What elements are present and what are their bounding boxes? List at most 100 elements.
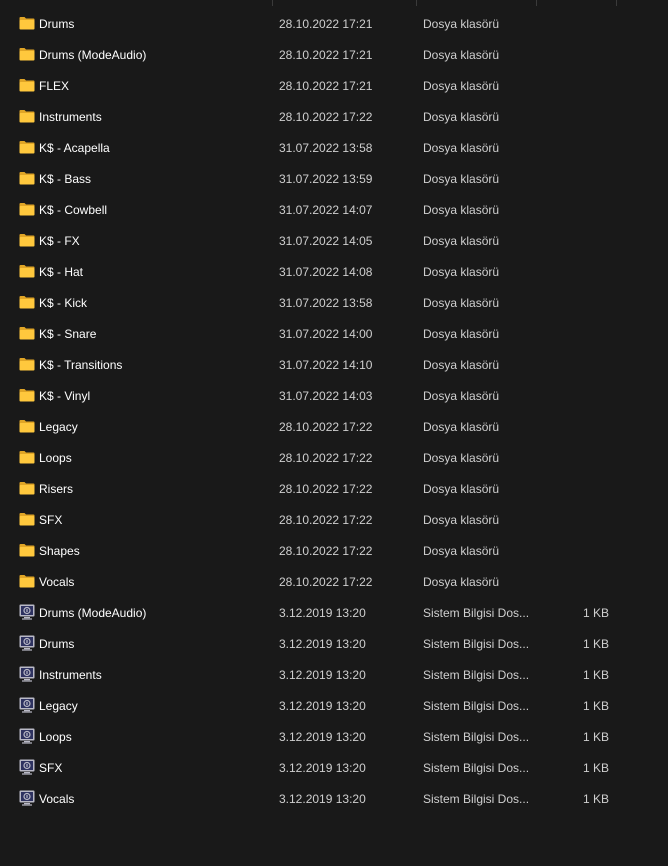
file-row[interactable]: Instruments 3.12.2019 13:20 Sistem Bilgi… [0,660,668,691]
file-type: Sistem Bilgisi Dos... [423,761,530,775]
folder-icon [19,481,35,495]
file-row[interactable]: K$ - Transitions 31.07.2022 14:10 Dosya … [0,350,668,381]
file-name: Drums [39,17,75,31]
file-type: Dosya klasörü [423,48,500,62]
file-date-modified: 31.07.2022 14:07 [279,203,373,217]
file-row[interactable]: Shapes 28.10.2022 17:22 Dosya klasörü [0,536,668,567]
file-type: Dosya klasörü [423,17,500,31]
file-list: Drums 28.10.2022 17:21 Dosya klasörü Dru… [0,0,668,866]
file-row[interactable]: Vocals 28.10.2022 17:22 Dosya klasörü [0,567,668,598]
file-date-modified: 31.07.2022 14:03 [279,389,373,403]
file-row[interactable]: FLEX 28.10.2022 17:21 Dosya klasörü [0,71,668,102]
column-divider[interactable] [616,0,617,6]
folder-icon [19,388,35,402]
folder-icon [19,16,35,30]
file-name: Instruments [39,110,102,124]
file-row[interactable]: K$ - Acapella 31.07.2022 13:58 Dosya kla… [0,133,668,164]
folder-icon [19,419,35,433]
file-name: K$ - Cowbell [39,203,108,217]
file-name: Legacy [39,699,78,713]
file-name: SFX [39,513,63,527]
file-row[interactable]: K$ - Kick 31.07.2022 13:58 Dosya klasörü [0,288,668,319]
file-name: Vocals [39,792,75,806]
file-name: Loops [39,730,72,744]
file-size: 1 KB [582,730,609,744]
file-type: Dosya klasörü [423,389,500,403]
file-row[interactable]: K$ - Vinyl 31.07.2022 14:03 Dosya klasör… [0,381,668,412]
file-row[interactable]: K$ - Hat 31.07.2022 14:08 Dosya klasörü [0,257,668,288]
folder-icon [19,78,35,92]
folder-icon [19,326,35,340]
file-type: Dosya klasörü [423,513,500,527]
file-date-modified: 28.10.2022 17:22 [279,482,373,496]
file-name: Drums (ModeAudio) [39,606,147,620]
file-row[interactable]: Drums (ModeAudio) 3.12.2019 13:20 Sistem… [0,598,668,629]
file-date-modified: 31.07.2022 14:10 [279,358,373,372]
file-name: Drums [39,637,75,651]
file-size: 1 KB [582,637,609,651]
file-type: Dosya klasörü [423,420,500,434]
file-type: Sistem Bilgisi Dos... [423,637,530,651]
file-type: Dosya klasörü [423,327,500,341]
file-name: Shapes [39,544,80,558]
file-type: Dosya klasörü [423,451,500,465]
file-row[interactable]: Vocals 3.12.2019 13:20 Sistem Bilgisi Do… [0,784,668,815]
file-row[interactable]: K$ - Snare 31.07.2022 14:00 Dosya klasör… [0,319,668,350]
folder-icon [19,202,35,216]
file-row[interactable]: Drums 3.12.2019 13:20 Sistem Bilgisi Dos… [0,629,668,660]
file-date-modified: 28.10.2022 17:21 [279,48,373,62]
file-row[interactable]: Loops 3.12.2019 13:20 Sistem Bilgisi Dos… [0,722,668,753]
file-row[interactable]: Risers 28.10.2022 17:22 Dosya klasörü [0,474,668,505]
file-name: K$ - Snare [39,327,97,341]
file-date-modified: 28.10.2022 17:21 [279,17,373,31]
folder-icon [19,264,35,278]
file-row[interactable]: SFX 3.12.2019 13:20 Sistem Bilgisi Dos..… [0,753,668,784]
column-divider[interactable] [536,0,537,6]
file-date-modified: 28.10.2022 17:22 [279,451,373,465]
file-size: 1 KB [582,792,609,806]
file-date-modified: 3.12.2019 13:20 [279,699,366,713]
file-name: Loops [39,451,72,465]
file-date-modified: 28.10.2022 17:22 [279,544,373,558]
file-row[interactable]: Instruments 28.10.2022 17:22 Dosya klasö… [0,102,668,133]
column-divider[interactable] [416,0,417,6]
folder-icon [19,512,35,526]
file-size: 1 KB [582,699,609,713]
folder-icon [19,233,35,247]
file-name: SFX [39,761,63,775]
file-row[interactable]: SFX 28.10.2022 17:22 Dosya klasörü [0,505,668,536]
file-name: K$ - Vinyl [39,389,91,403]
file-row[interactable]: Legacy 3.12.2019 13:20 Sistem Bilgisi Do… [0,691,668,722]
file-date-modified: 28.10.2022 17:22 [279,420,373,434]
file-row[interactable]: K$ - FX 31.07.2022 14:05 Dosya klasörü [0,226,668,257]
file-row[interactable]: K$ - Cowbell 31.07.2022 14:07 Dosya klas… [0,195,668,226]
file-date-modified: 31.07.2022 13:59 [279,172,373,186]
file-name: K$ - Kick [39,296,88,310]
file-date-modified: 28.10.2022 17:22 [279,575,373,589]
file-type: Sistem Bilgisi Dos... [423,699,530,713]
folder-icon [19,109,35,123]
file-name: Drums (ModeAudio) [39,48,147,62]
file-date-modified: 31.07.2022 13:58 [279,296,373,310]
file-type: Sistem Bilgisi Dos... [423,730,530,744]
file-row[interactable]: Drums (ModeAudio) 28.10.2022 17:21 Dosya… [0,40,668,71]
file-row[interactable]: Drums 28.10.2022 17:21 Dosya klasörü [0,9,668,40]
file-row[interactable]: K$ - Bass 31.07.2022 13:59 Dosya klasörü [0,164,668,195]
folder-icon [19,171,35,185]
folder-icon [19,543,35,557]
file-date-modified: 3.12.2019 13:20 [279,668,366,682]
file-name: Vocals [39,575,75,589]
file-date-modified: 28.10.2022 17:21 [279,79,373,93]
file-type: Dosya klasörü [423,79,500,93]
file-type: Dosya klasörü [423,575,500,589]
file-date-modified: 28.10.2022 17:22 [279,513,373,527]
file-row[interactable]: Legacy 28.10.2022 17:22 Dosya klasörü [0,412,668,443]
column-divider[interactable] [272,0,273,6]
file-name: FLEX [39,79,70,93]
folder-icon [19,47,35,61]
file-row[interactable]: Loops 28.10.2022 17:22 Dosya klasörü [0,443,668,474]
system-file-icon [19,635,35,651]
file-size: 1 KB [582,668,609,682]
file-date-modified: 31.07.2022 13:58 [279,141,373,155]
file-type: Dosya klasörü [423,265,500,279]
